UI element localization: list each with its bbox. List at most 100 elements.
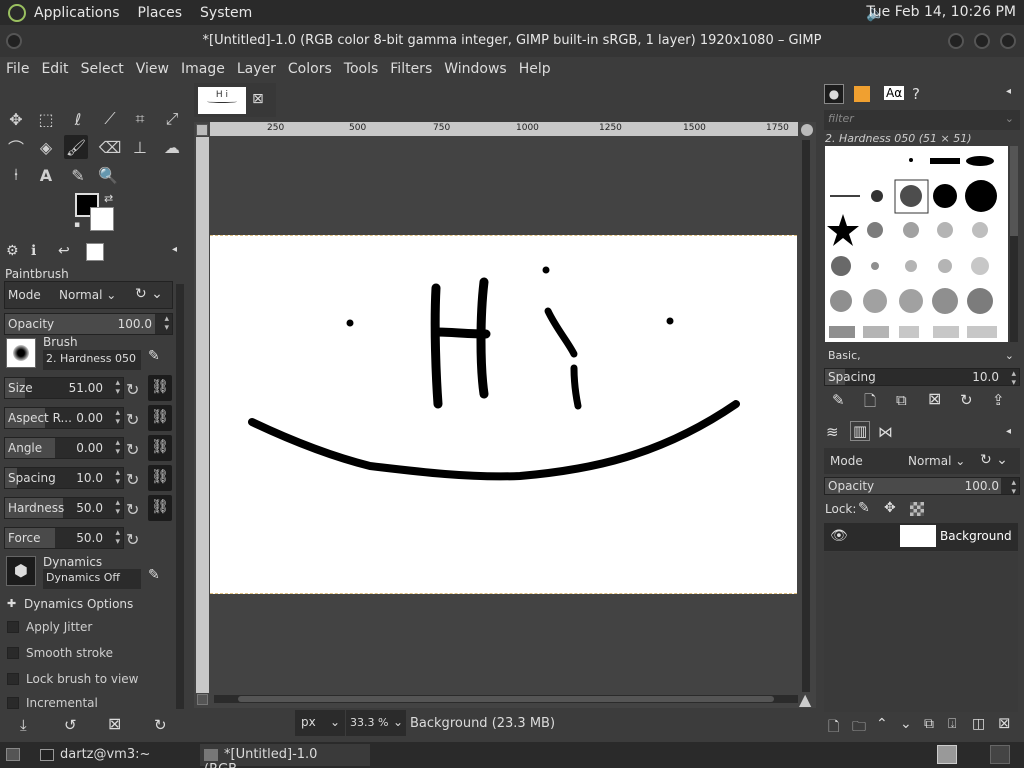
merge-layer-icon[interactable]: ⍗ bbox=[948, 716, 956, 732]
device-status-tab-icon[interactable]: ℹ bbox=[31, 243, 36, 259]
rect-select-tool-icon[interactable]: ⬚ bbox=[34, 107, 58, 131]
spacing-link-icon[interactable]: ⛓ bbox=[148, 465, 172, 491]
menu-file[interactable]: File bbox=[0, 61, 35, 77]
transform-tool-icon[interactable]: ⤢ bbox=[160, 107, 184, 131]
lower-layer-icon[interactable]: ⌄ bbox=[900, 716, 912, 732]
background-color-swatch[interactable] bbox=[90, 207, 114, 231]
taskbar-terminal-button[interactable]: dartz@vm3:~ bbox=[36, 744, 196, 766]
layers-list-area[interactable] bbox=[824, 552, 1018, 712]
menu-select[interactable]: Select bbox=[75, 61, 130, 77]
menu-layer[interactable]: Layer bbox=[231, 61, 282, 77]
image-tab[interactable]: H i ⊠ bbox=[194, 83, 276, 117]
brush-spacing-slider[interactable]: Spacing 10.0 ▴ ▾ bbox=[824, 368, 1020, 388]
refresh-brushes-icon[interactable]: ↻ bbox=[960, 391, 973, 409]
menu-filters[interactable]: Filters bbox=[384, 61, 438, 77]
system-menu[interactable]: System bbox=[200, 5, 252, 21]
edit-brush-icon[interactable]: ✎ bbox=[148, 348, 160, 364]
brush-grid[interactable] bbox=[825, 146, 1008, 342]
distro-logo-icon[interactable] bbox=[8, 3, 26, 22]
delete-options-icon[interactable]: ⊠ bbox=[108, 714, 121, 733]
restore-options-icon[interactable]: ↺ bbox=[64, 716, 77, 734]
places-menu[interactable]: Places bbox=[138, 5, 183, 21]
color-picker-tool-icon[interactable]: ✎ bbox=[66, 163, 90, 187]
menu-windows[interactable]: Windows bbox=[438, 61, 513, 77]
mode-reset-icon[interactable]: ↻ ⌄ bbox=[135, 286, 163, 302]
lock-pixels-icon[interactable]: ✎ bbox=[858, 500, 870, 516]
image-canvas[interactable] bbox=[210, 235, 797, 594]
eraser-tool-icon[interactable]: ⌫ bbox=[98, 135, 122, 159]
path-tool-icon[interactable]: ⍿ bbox=[4, 163, 28, 187]
paintbrush-tool-icon[interactable]: 🖌 bbox=[64, 135, 88, 159]
angle-slider[interactable]: Angle 0.00 ▴ ▾ bbox=[4, 437, 124, 459]
taskbar-gimp-button[interactable]: *[Untitled]-1.0 (RGB... bbox=[200, 744, 370, 768]
lock-brush-checkbox[interactable] bbox=[7, 673, 19, 685]
dynamics-options-expander-icon[interactable]: ✚ bbox=[7, 597, 16, 610]
reset-options-icon[interactable]: ↻ bbox=[154, 716, 167, 734]
vertical-scrollbar[interactable] bbox=[802, 140, 810, 692]
aspect-reset-icon[interactable]: ↻ bbox=[126, 410, 139, 429]
raise-layer-icon[interactable]: ⌃ bbox=[876, 716, 888, 732]
lock-alpha-icon[interactable] bbox=[910, 502, 924, 516]
help-tab-icon[interactable]: ? bbox=[912, 85, 920, 103]
apply-jitter-checkbox[interactable] bbox=[7, 621, 19, 633]
open-brush-icon[interactable]: ⇪ bbox=[992, 391, 1005, 409]
spacing-reset-icon[interactable]: ↻ bbox=[126, 470, 139, 489]
new-layer-group-icon[interactable]: 🗀 bbox=[852, 716, 866, 740]
opacity-slider[interactable]: Opacity 100.0 ▴ ▾ bbox=[4, 313, 173, 335]
brush-preview[interactable] bbox=[6, 338, 36, 368]
undo-history-tab-icon[interactable]: ↩ bbox=[58, 243, 70, 259]
close-image-tab-icon[interactable]: ⊠ bbox=[252, 91, 264, 107]
clone-tool-icon[interactable]: ⊥ bbox=[128, 135, 152, 159]
quick-mask-toggle[interactable] bbox=[196, 124, 208, 136]
workspace-2-icon[interactable] bbox=[990, 745, 1010, 764]
menu-image[interactable]: Image bbox=[175, 61, 231, 77]
warp-tool-icon[interactable]: ⌒ bbox=[4, 135, 28, 159]
channels-tab-icon[interactable]: ▥ bbox=[850, 421, 871, 441]
maximize-button[interactable] bbox=[974, 33, 990, 49]
brushes-tab-icon[interactable]: ● bbox=[824, 84, 844, 104]
save-options-icon[interactable]: ⤓ bbox=[20, 716, 27, 734]
patterns-tab-icon[interactable] bbox=[854, 86, 870, 102]
aspect-link-icon[interactable]: ⛓ bbox=[148, 405, 172, 431]
menu-tools[interactable]: Tools bbox=[338, 61, 385, 77]
zoom-follows-window-icon[interactable] bbox=[801, 124, 813, 136]
paths-tab-icon[interactable]: ⋈ bbox=[878, 423, 893, 441]
move-tool-icon[interactable]: ✥ bbox=[4, 107, 28, 131]
dynamics-preview[interactable]: ⬢ bbox=[6, 556, 36, 586]
menu-help[interactable]: Help bbox=[513, 61, 557, 77]
vertical-ruler[interactable] bbox=[196, 137, 209, 693]
window-menu-button[interactable] bbox=[6, 33, 22, 49]
clock[interactable]: Tue Feb 14, 10:26 PM bbox=[866, 4, 1016, 20]
horizontal-scrollbar[interactable] bbox=[214, 695, 798, 703]
size-reset-icon[interactable]: ↻ bbox=[126, 380, 139, 399]
fonts-tab-icon[interactable]: Aα bbox=[884, 86, 905, 100]
show-desktop-icon[interactable] bbox=[6, 748, 20, 761]
incremental-checkbox[interactable] bbox=[7, 697, 19, 709]
hardness-reset-icon[interactable]: ↻ bbox=[126, 500, 139, 519]
menu-edit[interactable]: Edit bbox=[35, 61, 74, 77]
spacing-slider[interactable]: Spacing 10.0 ▴ ▾ bbox=[4, 467, 124, 489]
layer-mode-reset-icon[interactable]: ↻ ⌄ bbox=[980, 452, 1008, 468]
delete-layer-icon[interactable]: ⊠ bbox=[998, 714, 1011, 732]
layers-dock-menu-icon[interactable]: ◂ bbox=[1006, 426, 1011, 437]
layer-visibility-icon[interactable]: 👁 bbox=[830, 528, 848, 544]
menu-view[interactable]: View bbox=[130, 61, 175, 77]
layer-name[interactable]: Background bbox=[940, 529, 1012, 543]
layer-row[interactable]: 👁 Background bbox=[824, 523, 1018, 551]
mode-select[interactable]: Normal ⌄ bbox=[59, 288, 116, 302]
dock-menu-icon[interactable]: ◂ bbox=[172, 244, 177, 255]
size-link-icon[interactable]: ⛓ bbox=[148, 375, 172, 401]
delete-brush-icon[interactable]: ⊠ bbox=[928, 389, 941, 408]
default-colors-icon[interactable]: ▪ bbox=[74, 220, 80, 230]
force-slider[interactable]: Force 50.0 ▴ ▾ bbox=[4, 527, 124, 549]
lasso-tool-icon[interactable]: ℓ bbox=[66, 107, 90, 131]
new-layer-icon[interactable]: 🗋 bbox=[828, 716, 839, 740]
aspect-ratio-slider[interactable]: Aspect R... 0.00 ▴ ▾ bbox=[4, 407, 124, 429]
force-reset-icon[interactable]: ↻ bbox=[126, 530, 139, 549]
navigate-icon[interactable]: ▲ bbox=[799, 690, 811, 709]
new-brush-icon[interactable]: 🗋 bbox=[864, 391, 876, 416]
close-button[interactable] bbox=[1000, 33, 1016, 49]
angle-link-icon[interactable]: ⛓ bbox=[148, 435, 172, 461]
horizontal-ruler[interactable]: 250 500 750 1000 1250 1500 1750 bbox=[210, 122, 798, 136]
minimize-button[interactable] bbox=[948, 33, 964, 49]
